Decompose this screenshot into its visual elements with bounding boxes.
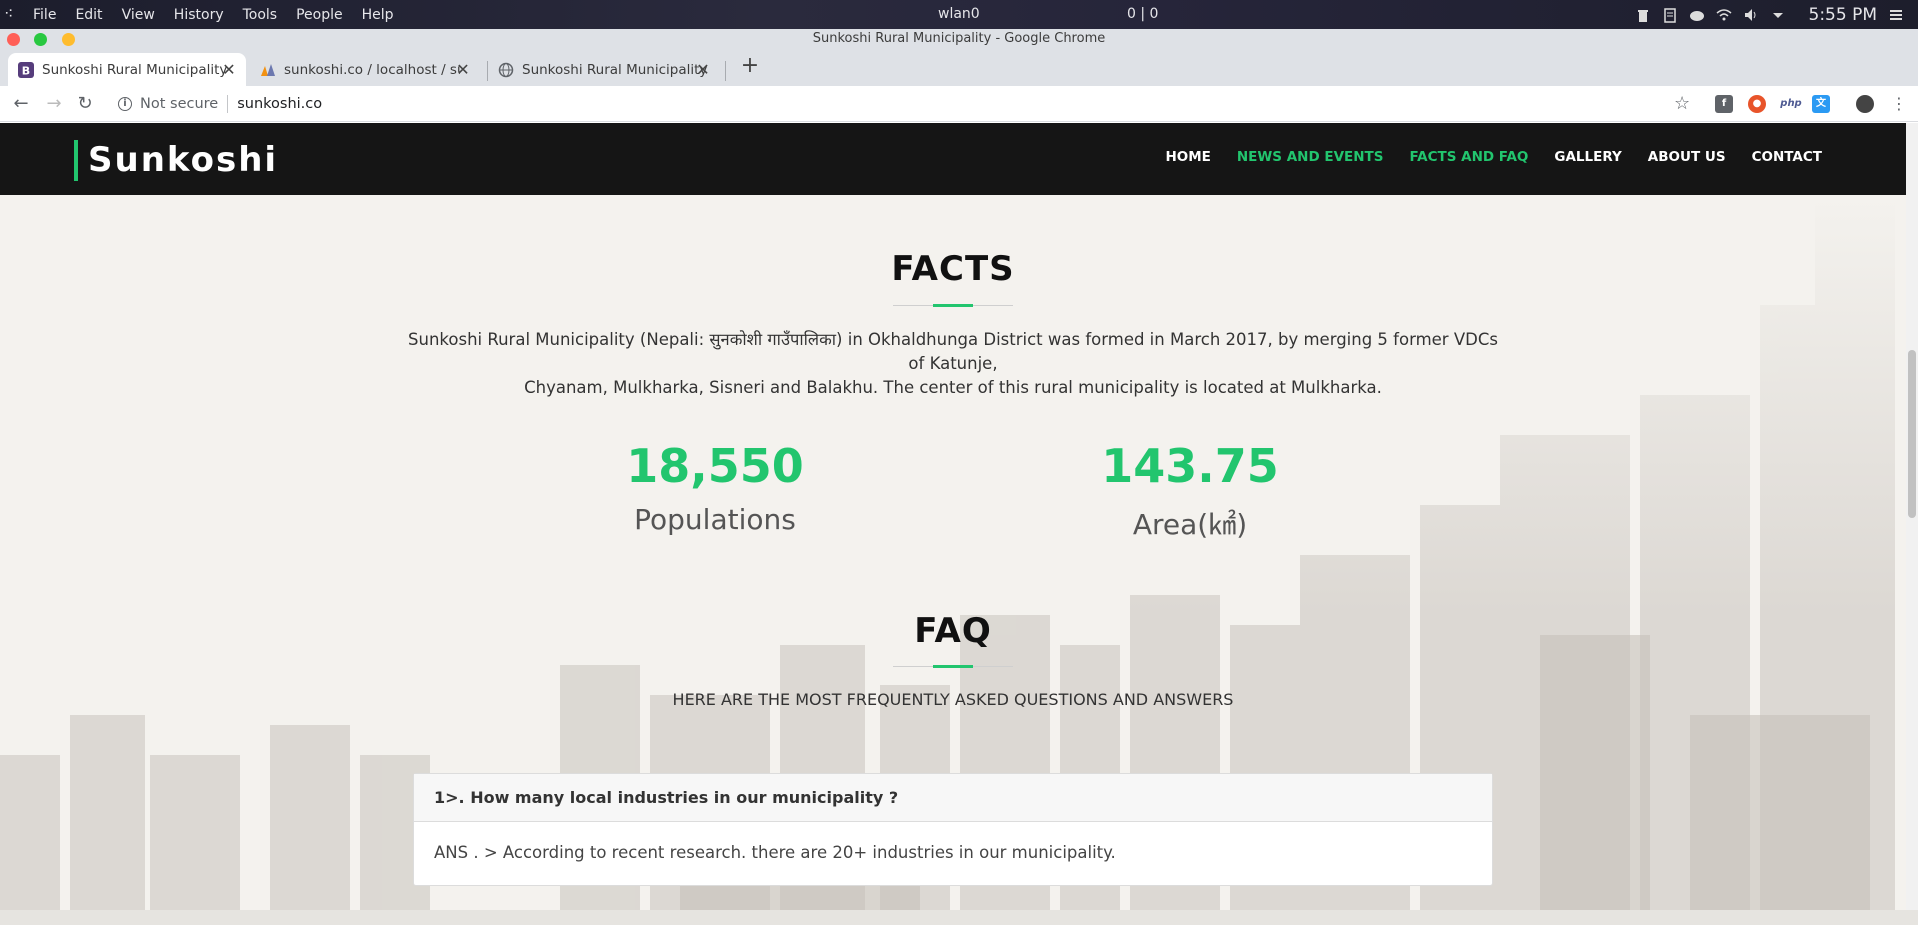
facts-line-2: Chyanam, Mulkharka, Sisneri and Balakhu.… [524,378,1382,397]
facts-heading: FACTS [891,249,1015,289]
minimize-window-button[interactable] [62,33,75,46]
nav-home[interactable]: HOME [1165,149,1210,165]
menu-view[interactable]: View [122,7,155,23]
window-bottom-edge [0,910,1918,925]
site-logo[interactable]: Sunkoshi [74,140,278,181]
nav-contact[interactable]: CONTACT [1752,149,1822,165]
phpmyadmin-icon [260,62,276,78]
tab-sunkoshi-active[interactable]: B Sunkoshi Rural Municipality ✕ [8,53,246,86]
reload-icon[interactable]: ↻ [73,92,97,116]
back-icon[interactable]: ← [9,92,33,116]
app-menu-bar: File Edit View History Tools People Help [33,0,413,29]
faq-heading-accent [933,665,973,668]
nav-news-and-events[interactable]: NEWS AND EVENTS [1237,149,1384,165]
window-title: Sunkoshi Rural Municipality - Google Chr… [812,31,1106,46]
area-value: 143.75 [1101,439,1279,493]
menu-history[interactable]: History [174,7,224,23]
tab-strip: B Sunkoshi Rural Municipality ✕ sunkoshi… [0,50,1918,86]
scrollbar-thumb[interactable] [1908,350,1916,518]
svg-text:B: B [22,64,30,77]
fire-extension-icon[interactable]: ● [1748,95,1766,113]
bookmark-star-icon[interactable]: ☆ [1674,93,1690,114]
maximize-window-button[interactable] [34,33,47,46]
php-extension-icon[interactable]: php [1779,95,1803,113]
new-tab-button[interactable]: + [737,53,763,78]
menu-people[interactable]: People [296,7,343,23]
facts-heading-accent [933,304,973,307]
tab-title: Sunkoshi Rural Municipality [42,61,228,78]
tab-title: Sunkoshi Rural Municipality [522,61,708,78]
nav-facts-and-faq[interactable]: FACTS AND FAQ [1409,149,1528,165]
page-scrollbar[interactable] [1906,123,1918,910]
security-label[interactable]: Not secure [140,96,218,112]
faq-heading: FAQ [914,611,992,651]
menu-tools[interactable]: Tools [243,7,278,23]
tab-title: sunkoshi.co / localhost / suni [284,61,460,78]
nav-about-us[interactable]: ABOUT US [1648,149,1726,165]
omnibox-separator [227,95,229,113]
faq-answer: ANS . > According to recent research. th… [434,843,1116,862]
network-indicator: wlan0 [938,6,980,22]
chrome-menu-icon[interactable]: ⋮ [1887,92,1911,116]
population-value: 18,550 [626,439,804,493]
menu-edit[interactable]: Edit [75,7,102,23]
tab-separator [725,61,726,81]
workspace-counter: 0 | 0 [1127,6,1159,22]
tab-phpmyadmin[interactable]: sunkoshi.co / localhost / suni ✕ [250,53,480,86]
page-viewport: Sunkoshi HOME NEWS AND EVENTS FACTS AND … [0,123,1906,910]
os-top-panel: ⁖ File Edit View History Tools People He… [0,0,1918,29]
volume-icon[interactable] [1743,7,1759,23]
tab-sunkoshi-2[interactable]: Sunkoshi Rural Municipality ✕ [488,53,720,86]
clipboard-icon[interactable] [1662,7,1678,23]
nav-gallery[interactable]: GALLERY [1554,149,1621,165]
profile-avatar[interactable] [1856,95,1874,113]
app-launcher-icon[interactable]: ⁖ [4,5,22,23]
faq-question[interactable]: 1>. How many local industries in our mun… [414,774,1492,822]
info-icon[interactable]: i [118,97,132,111]
forward-icon[interactable]: → [42,92,66,116]
system-tray: 5:55 PM [1635,0,1905,29]
area-label: Area(㎢) [1132,508,1248,541]
menu-file[interactable]: File [33,7,56,23]
facts-description: Sunkoshi Rural Municipality (Nepali: सुन… [400,328,1506,400]
faq-item: 1>. How many local industries in our mun… [413,773,1493,886]
site-navbar: Sunkoshi HOME NEWS AND EVENTS FACTS AND … [0,123,1906,195]
population-label: Populations [634,503,796,536]
close-tab-icon[interactable]: ✕ [220,60,238,79]
bootstrap-icon: B [18,61,34,78]
translate-extension-icon[interactable]: 文 [1812,95,1830,113]
menu-help[interactable]: Help [362,7,394,23]
wifi-icon[interactable] [1716,7,1732,23]
browser-toolbar: ← → ↻ i Not secure sunkoshi.co ☆ f ● php… [0,86,1918,122]
hamburger-menu-icon[interactable] [1888,7,1904,23]
trash-icon[interactable] [1635,7,1651,23]
close-window-button[interactable] [7,33,20,46]
facts-line-1: Sunkoshi Rural Municipality (Nepali: सुन… [408,330,1498,373]
close-tab-icon[interactable]: ✕ [694,60,712,79]
close-tab-icon[interactable]: ✕ [454,60,472,79]
facebook-extension-icon[interactable]: f [1715,95,1733,113]
clock[interactable]: 5:55 PM [1809,5,1878,25]
chevron-down-icon[interactable] [1770,7,1786,23]
globe-icon [498,62,514,78]
url-text[interactable]: sunkoshi.co [237,96,322,112]
cloud-icon[interactable] [1689,7,1705,23]
window-titlebar: Sunkoshi Rural Municipality - Google Chr… [0,29,1918,50]
site-menu: HOME NEWS AND EVENTS FACTS AND FAQ GALLE… [1165,149,1822,165]
faq-subtitle: HERE ARE THE MOST FREQUENTLY ASKED QUEST… [672,690,1234,709]
address-bar[interactable]: i Not secure sunkoshi.co [110,90,1700,118]
